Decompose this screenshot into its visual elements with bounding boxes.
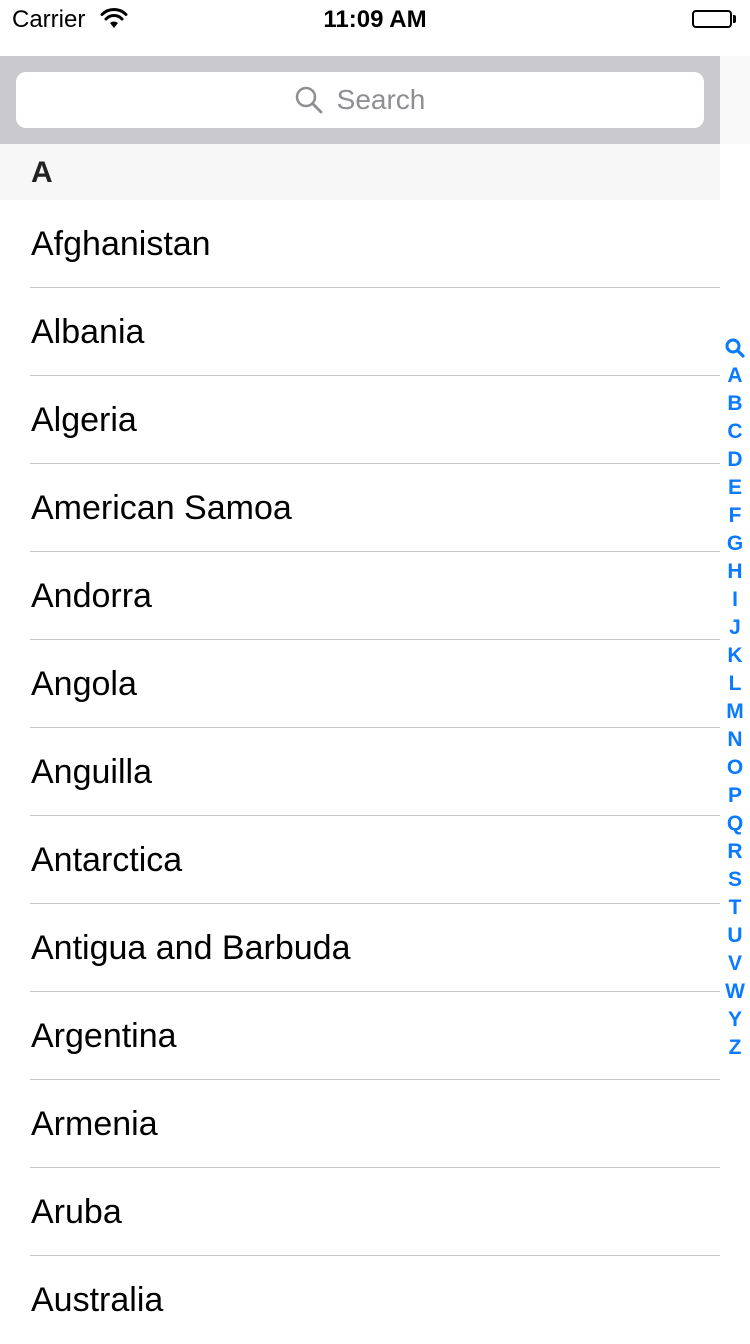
index-letter-c[interactable]: C bbox=[720, 418, 750, 446]
battery-icon bbox=[692, 10, 738, 30]
status-bar: Carrier 11:09 AM bbox=[0, 0, 750, 40]
list-item[interactable]: Andorra bbox=[0, 552, 720, 640]
search-icon bbox=[295, 86, 337, 114]
list-item[interactable]: American Samoa bbox=[0, 464, 720, 552]
index-letter-e[interactable]: E bbox=[720, 474, 750, 502]
index-letter-p[interactable]: P bbox=[720, 782, 750, 810]
search-input[interactable]: Search bbox=[16, 72, 704, 128]
list-item-label: Australia bbox=[31, 1281, 164, 1319]
index-letter-n[interactable]: N bbox=[720, 726, 750, 754]
index-letter-y[interactable]: Y bbox=[720, 1006, 750, 1034]
list-item-label: Armenia bbox=[31, 1105, 158, 1143]
section-header-title: A bbox=[31, 156, 53, 189]
index-letter-q[interactable]: Q bbox=[720, 810, 750, 838]
search-icon[interactable] bbox=[720, 334, 750, 362]
section-header: A bbox=[0, 144, 720, 200]
list-item-label: Anguilla bbox=[31, 753, 152, 791]
index-letter-r[interactable]: R bbox=[720, 838, 750, 866]
list-item[interactable]: Angola bbox=[0, 640, 720, 728]
index-letter-k[interactable]: K bbox=[720, 642, 750, 670]
index-letter-g[interactable]: G bbox=[720, 530, 750, 558]
list-item-label: Antarctica bbox=[31, 841, 183, 879]
index-letter-j[interactable]: J bbox=[720, 614, 750, 642]
list-item-label: Afghanistan bbox=[31, 225, 211, 263]
index-letter-t[interactable]: T bbox=[720, 894, 750, 922]
search-bar-edge bbox=[720, 56, 750, 144]
status-time: 11:09 AM bbox=[323, 6, 427, 33]
list-item-label: Argentina bbox=[31, 1017, 177, 1055]
index-letter-w[interactable]: W bbox=[720, 978, 750, 1006]
list-item-label: Antigua and Barbuda bbox=[31, 929, 351, 967]
list-item[interactable]: Aruba bbox=[0, 1168, 720, 1256]
index-letter-s[interactable]: S bbox=[720, 866, 750, 894]
list-item-label: Aruba bbox=[31, 1193, 122, 1231]
index-letter-v[interactable]: V bbox=[720, 950, 750, 978]
list-item[interactable]: Armenia bbox=[0, 1080, 720, 1168]
list-item[interactable]: Anguilla bbox=[0, 728, 720, 816]
list-item-label: Angola bbox=[31, 665, 137, 703]
list-item-label: Albania bbox=[31, 313, 145, 351]
index-letter-f[interactable]: F bbox=[720, 502, 750, 530]
list-item-label: Algeria bbox=[31, 401, 137, 439]
country-list: Afghanistan Albania Algeria American Sam… bbox=[0, 200, 720, 1344]
list-item[interactable]: Antigua and Barbuda bbox=[0, 904, 720, 992]
index-letter-z[interactable]: Z bbox=[720, 1034, 750, 1062]
index-letter-o[interactable]: O bbox=[720, 754, 750, 782]
index-letter-i[interactable]: I bbox=[720, 586, 750, 614]
index-letter-l[interactable]: L bbox=[720, 670, 750, 698]
index-letter-h[interactable]: H bbox=[720, 558, 750, 586]
list-item[interactable]: Albania bbox=[0, 288, 720, 376]
index-letter-a[interactable]: A bbox=[720, 362, 750, 390]
list-item[interactable]: Argentina bbox=[0, 992, 720, 1080]
index-letter-u[interactable]: U bbox=[720, 922, 750, 950]
list-item-label: Andorra bbox=[31, 577, 152, 615]
index-letter-b[interactable]: B bbox=[720, 390, 750, 418]
index-letter-m[interactable]: M bbox=[720, 698, 750, 726]
list-item[interactable]: Antarctica bbox=[0, 816, 720, 904]
list-item[interactable]: Australia bbox=[0, 1256, 720, 1344]
search-placeholder: Search bbox=[336, 84, 426, 115]
list-item[interactable]: Algeria bbox=[0, 376, 720, 464]
section-index-bar[interactable]: A B C D E F G H I J K L M N O P Q R S T … bbox=[720, 334, 750, 1062]
list-item-label: American Samoa bbox=[31, 489, 292, 527]
list-item[interactable]: Afghanistan bbox=[0, 200, 720, 288]
index-letter-d[interactable]: D bbox=[720, 446, 750, 474]
search-bar: Search bbox=[0, 56, 720, 144]
